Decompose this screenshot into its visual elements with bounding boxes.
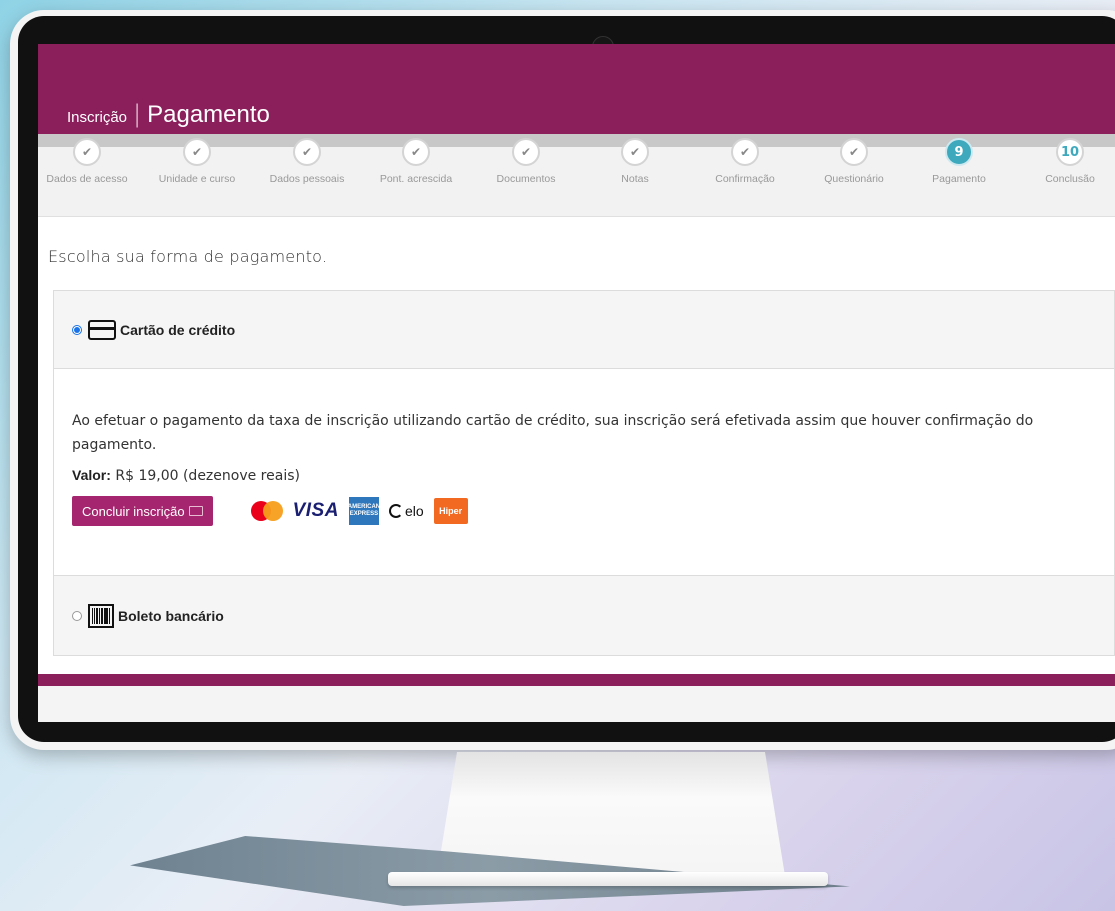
credit-card-info-text: Ao efetuar o pagamento da taxa de inscri… — [72, 413, 1034, 453]
amex-logo-icon: AMERICAN EXPRESS — [348, 497, 380, 525]
step-number-badge: 9 — [945, 138, 973, 166]
step-label: Conclusão — [1045, 173, 1095, 185]
button-label: Concluir inscrição — [82, 503, 185, 519]
step-label: Dados de acesso — [46, 173, 128, 185]
step-pagamento[interactable]: 9 Pagamento — [904, 138, 1014, 185]
check-icon: ✔ — [183, 138, 211, 166]
step-notas[interactable]: ✔ Notas — [580, 138, 690, 185]
step-dados-pessoais[interactable]: ✔ Dados pessoais — [252, 138, 362, 185]
boleto-option[interactable]: Boleto bancário — [54, 576, 1114, 655]
check-icon: ✔ — [840, 138, 868, 166]
step-label: Pont. acrescida — [379, 173, 453, 185]
mastercard-logo-icon — [250, 501, 283, 521]
step-label: Documentos — [496, 173, 556, 185]
step-questionario[interactable]: ✔ Questionário — [799, 138, 909, 185]
fee-value-label: Valor: — [72, 467, 111, 483]
step-number-badge: 10 — [1056, 138, 1084, 166]
action-row: Concluir inscrição VISA AMERICAN EXPRESS… — [72, 496, 1096, 526]
step-pont-acrescida[interactable]: ✔ Pont. acrescida — [361, 138, 471, 185]
step-label: Questionário — [824, 173, 884, 185]
step-documentos[interactable]: ✔ Documentos — [471, 138, 581, 185]
step-label: Pagamento — [932, 173, 986, 185]
credit-card-option[interactable]: Cartão de crédito — [54, 291, 1114, 369]
footer-area — [38, 686, 1115, 722]
card-small-icon — [188, 506, 203, 516]
credit-card-icon — [88, 319, 116, 340]
step-unidade-e-curso[interactable]: ✔ Unidade e curso — [142, 138, 252, 185]
progress-steps: ✔ Dados de acesso ✔ Unidade e curso ✔ Da… — [38, 134, 1115, 217]
boleto-label: Boleto bancário — [118, 607, 224, 624]
payment-options-panel: Cartão de crédito Ao efetuar o pagamento… — [53, 290, 1115, 656]
fee-value: Valor: R$ 19,00 (dezenove reais) — [72, 467, 1096, 484]
header-separator: | — [133, 100, 142, 128]
screen: Inscrição | Pagamento ✔ Dados de acesso ✔ … — [38, 44, 1115, 722]
step-dados-de-acesso[interactable]: ✔ Dados de acesso — [38, 138, 142, 185]
step-conclusao[interactable]: 10 Conclusão — [1015, 138, 1115, 185]
fee-value-text: R$ 19,00 (dezenove reais) — [115, 468, 300, 484]
payment-prompt: Escolha sua forma de pagamento. — [48, 247, 328, 266]
page-header: Inscrição | Pagamento — [38, 44, 1115, 134]
check-icon: ✔ — [293, 138, 321, 166]
visa-logo-icon: VISA — [292, 500, 339, 521]
boleto-radio[interactable] — [72, 610, 82, 621]
concluir-inscricao-button[interactable]: Concluir inscrição — [72, 496, 213, 526]
elo-logo-icon: elo — [388, 503, 424, 519]
footer-bar — [38, 674, 1115, 686]
header-small-title: Inscrição — [67, 109, 128, 126]
check-icon: ✔ — [621, 138, 649, 166]
step-confirmacao[interactable]: ✔ Confirmação — [690, 138, 800, 185]
step-label: Notas — [621, 173, 649, 185]
barcode-icon — [88, 603, 114, 628]
monitor-base — [388, 872, 828, 886]
hiper-logo-icon: Hiper — [433, 498, 468, 524]
credit-card-details: Ao efetuar o pagamento da taxa de inscri… — [54, 369, 1114, 576]
check-icon: ✔ — [402, 138, 430, 166]
check-icon: ✔ — [512, 138, 540, 166]
step-label: Confirmação — [715, 173, 775, 185]
card-brands: VISA AMERICAN EXPRESS elo Hiper — [250, 497, 468, 525]
check-icon: ✔ — [731, 138, 759, 166]
check-icon: ✔ — [73, 138, 101, 166]
page-title: Inscrição | Pagamento — [67, 100, 270, 129]
header-big-title: Pagamento — [147, 101, 270, 128]
credit-card-radio[interactable] — [72, 324, 82, 335]
credit-card-label: Cartão de crédito — [120, 321, 236, 338]
step-label: Dados pessoais — [269, 173, 345, 185]
step-label: Unidade e curso — [158, 173, 236, 185]
